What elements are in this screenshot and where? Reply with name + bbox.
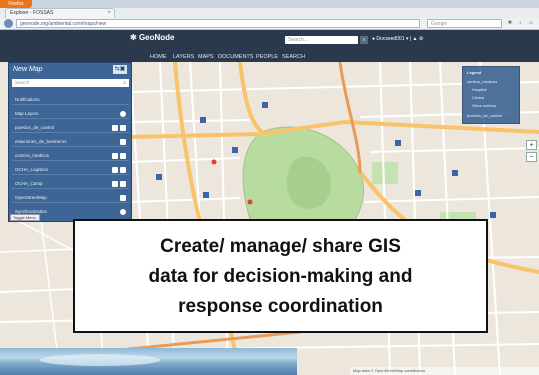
map-attribution: Map data © OpenStreetMap contributors (350, 367, 539, 375)
layer-label: Notifications (15, 97, 40, 102)
edit-icon[interactable] (112, 167, 118, 173)
download-icon[interactable]: ↓ (516, 19, 524, 28)
visibility-icon[interactable] (120, 167, 126, 173)
bookmark-icon[interactable]: ★ (506, 19, 514, 28)
layer-row-ocha-logistics[interactable]: OCHA_Logistics (12, 165, 129, 175)
search-icon[interactable]: ⌕ (360, 36, 368, 44)
legend-item: centros_medicos (467, 79, 498, 84)
layer-row-ocha-camp[interactable]: OCHA_Camp (12, 179, 129, 189)
zoom-out-button[interactable]: − (526, 152, 537, 162)
nav-search[interactable]: SEARCH (282, 52, 305, 62)
tab-title: Explorer - FOSSAS (10, 10, 54, 16)
caption-line: data for decision-making and (148, 266, 413, 287)
map-legend: Legend centros_medicos Hospital Clinica … (462, 66, 520, 124)
user-name: Docseed001 (376, 36, 405, 42)
browser-tab[interactable]: Explorer - FOSSAS × (5, 8, 115, 18)
layer-search-placeholder: Search (15, 80, 30, 85)
visibility-icon[interactable] (120, 181, 126, 187)
back-button[interactable] (4, 19, 13, 28)
nav-layers[interactable]: LAYERS (173, 52, 194, 62)
layer-label: estaciones_de_bomberos (15, 139, 67, 144)
site-header (0, 30, 539, 52)
nav-people[interactable]: PEOPLE (256, 52, 278, 62)
edit-icon[interactable] (112, 181, 118, 187)
legend-item: Hospital (472, 87, 487, 92)
site-search-input[interactable]: Search... (285, 36, 358, 44)
close-icon[interactable]: × (107, 9, 111, 18)
layer-label: OpenStreetMap (15, 195, 47, 200)
edit-icon[interactable] (112, 125, 118, 131)
layer-label: OCHA_Logistics (15, 167, 49, 172)
layer-label: puestos_de_control (15, 125, 55, 130)
layer-panel: New Map ⇆▣ Search ⌕ Notifications Map La… (8, 62, 132, 222)
layer-search-input[interactable]: Search ⌕ (12, 79, 129, 87)
panel-tools[interactable]: ⇆▣ (113, 65, 127, 74)
layer-row-puestos[interactable]: puestos_de_control (12, 123, 129, 133)
url-bar[interactable]: geonode.org/ambiental.com/maps/new (16, 19, 420, 28)
visibility-icon[interactable] (120, 195, 126, 201)
layer-label: OCHA_Camp (15, 181, 43, 186)
visibility-icon[interactable] (120, 139, 126, 145)
caption-line: Create/ manage/ share GIS (160, 236, 401, 257)
visibility-icon[interactable] (120, 153, 126, 159)
user-menu[interactable]: ● Docseed001 ▾ | ▲ ⚙ (372, 35, 423, 44)
caption-box: Create/ manage/ share GIS data for decis… (73, 219, 488, 333)
site-logo[interactable]: ✻ GeoNode (130, 33, 175, 42)
firefox-menu-button[interactable]: Firefox (0, 0, 32, 8)
edit-icon[interactable] (112, 153, 118, 159)
visibility-icon[interactable] (120, 125, 126, 131)
nav-maps[interactable]: MAPS (198, 52, 214, 62)
layer-row-bomberos[interactable]: estaciones_de_bomberos (12, 137, 129, 147)
panel-title: New Map (13, 66, 43, 73)
home-icon[interactable]: ⌂ (527, 19, 535, 28)
legend-item: Clinica (472, 95, 485, 100)
logo-text: GeoNode (138, 33, 175, 42)
layer-row-osm[interactable]: OpenStreetMap (12, 193, 129, 203)
layer-row-notifications[interactable]: Notifications (12, 95, 129, 105)
layer-row-centros[interactable]: centros_medicos (12, 151, 129, 161)
photo-cloud (40, 354, 160, 366)
caption-line: response coordination (178, 296, 383, 317)
expand-icon[interactable] (120, 111, 126, 117)
layer-row-map-layers[interactable]: Map Layers (12, 109, 129, 119)
expand-icon[interactable] (120, 209, 126, 215)
toggle-menu-button[interactable]: Toggle Menu (10, 214, 40, 221)
legend-title: Legend (467, 70, 482, 75)
legend-item: Otros centros (472, 103, 497, 108)
browser-titlebar (0, 0, 539, 8)
nav-documents[interactable]: DOCUMENTS (218, 52, 253, 62)
browser-search-input[interactable]: Google (427, 19, 502, 28)
layer-label: centros_medicos (15, 153, 50, 158)
zoom-in-button[interactable]: + (526, 140, 537, 150)
layer-label: Map Layers (15, 111, 39, 116)
legend-item: puestos_de_control (467, 113, 502, 118)
screenshot-root: Firefox Explorer - FOSSAS × geonode.org/… (0, 0, 539, 375)
nav-home[interactable]: HOME (150, 52, 167, 62)
search-icon[interactable]: ⌕ (123, 79, 126, 87)
